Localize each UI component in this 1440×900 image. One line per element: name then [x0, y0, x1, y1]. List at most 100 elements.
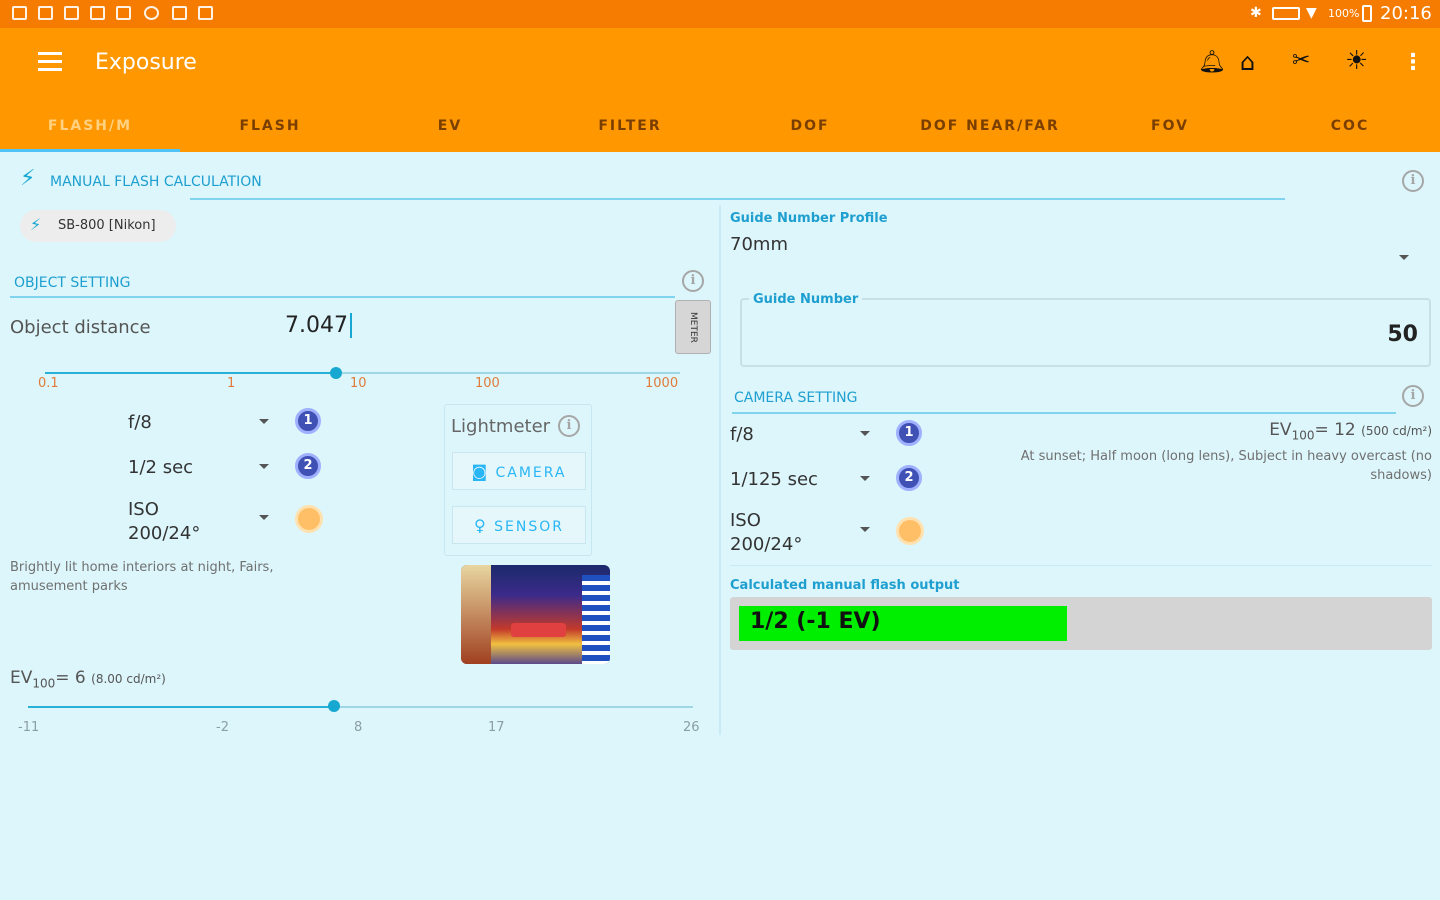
page-title: Exposure [95, 50, 197, 75]
tab-flash[interactable]: FLASH [180, 100, 360, 152]
priority-1-badge[interactable]: 1 [896, 420, 922, 446]
object-distance-label: Object distance [10, 317, 151, 338]
ev-label: EV [10, 668, 33, 688]
tab-dof-near-far[interactable]: DOF NEAR/FAR [900, 100, 1080, 152]
app-icon [144, 6, 159, 20]
priority-1-badge[interactable]: 1 [295, 408, 321, 434]
camera-iso-select[interactable]: ISO 200/24° [730, 509, 802, 557]
dropdown-arrow-icon[interactable] [860, 476, 870, 481]
flash-chip-label: SB-800 [Nikon] [58, 218, 156, 233]
priority-2-badge[interactable]: 2 [896, 465, 922, 491]
tab-indicator [0, 149, 180, 152]
info-icon[interactable]: i [1402, 385, 1424, 407]
flash-profile-chip[interactable]: ⚡ SB-800 [Nikon] [20, 210, 176, 242]
tab-ev[interactable]: EV [360, 100, 540, 152]
ev-tick: 17 [488, 720, 505, 735]
distance-slider-thumb[interactable] [330, 367, 342, 379]
notification-icon [90, 6, 105, 20]
mail-icon [64, 6, 79, 20]
notification-icon [116, 6, 131, 20]
priority-2-badge[interactable]: 2 [295, 453, 321, 479]
manual-flash-title: MANUAL FLASH CALCULATION [50, 174, 262, 190]
scene-thumbnail [461, 565, 610, 664]
ev-slider-thumb[interactable] [328, 700, 340, 712]
guide-profile-label: Guide Number Profile [730, 211, 888, 226]
tab-bar: FLASH/M FLASH EV FILTER DOF DOF NEAR/FAR… [0, 100, 1440, 152]
iso-label: ISO [730, 510, 761, 531]
clock: 20:16 [1380, 3, 1432, 24]
ev-tick: -2 [216, 720, 229, 735]
slider-tick: 10 [350, 376, 367, 391]
guide-number-field[interactable] [740, 298, 1431, 367]
home-icon[interactable]: ⌂ [1240, 48, 1255, 76]
tab-filter[interactable]: FILTER [540, 100, 720, 152]
guide-number-label: Guide Number [749, 292, 863, 307]
object-setting-title: OBJECT SETTING [14, 275, 131, 291]
dropdown-arrow-icon[interactable] [259, 464, 269, 469]
auto-priority-dot[interactable] [896, 517, 924, 545]
iso-select[interactable]: ISO 200/24° [128, 498, 200, 546]
battery-icon [1362, 5, 1372, 22]
flash-icon: ⚡ [20, 166, 36, 191]
info-icon[interactable]: i [558, 415, 580, 437]
auto-priority-dot[interactable] [295, 505, 323, 533]
guide-number-value[interactable]: 50 [1340, 322, 1418, 347]
guide-profile-select[interactable]: 70mm [730, 234, 1420, 274]
column-divider [719, 205, 721, 735]
unit-button[interactable]: METER [675, 300, 711, 354]
info-icon[interactable]: i [682, 270, 704, 292]
dropdown-arrow-icon[interactable] [259, 419, 269, 424]
tab-coc[interactable]: COC [1260, 100, 1440, 152]
iso-label: ISO [128, 499, 159, 520]
ev-sub: 100 [1291, 428, 1315, 443]
slider-tick: 0.1 [38, 376, 59, 391]
brightness-icon[interactable]: ☀ [1345, 46, 1368, 76]
camera-aperture-select[interactable]: f/8 [730, 424, 754, 445]
iso-value: 200/24° [128, 523, 201, 544]
shutter-select[interactable]: 1/2 sec [128, 457, 193, 478]
slider-tick: 100 [475, 376, 500, 391]
iso-value: 200/24° [730, 534, 803, 555]
dropdown-arrow-icon[interactable] [1399, 255, 1409, 260]
ev-readout: EV100= 6 (8.00 cd/m²) [10, 668, 166, 690]
notification-icon [198, 6, 213, 20]
dropdown-arrow-icon[interactable] [860, 527, 870, 532]
camera-button-label: CAMERA [495, 465, 567, 481]
camera-setting-title: CAMERA SETTING [734, 390, 858, 406]
ev-sub: 100 [32, 676, 56, 691]
notification-icon [12, 6, 27, 20]
tab-flash-m[interactable]: FLASH/M [0, 100, 180, 152]
menu-icon[interactable] [38, 52, 62, 72]
more-options-icon[interactable]: ⋮ [1402, 50, 1424, 75]
ev-tick: -11 [18, 720, 40, 735]
info-icon[interactable]: i [1402, 170, 1424, 192]
bell-icon[interactable]: 🔔︎ [1198, 50, 1226, 75]
lightmeter-title: Lightmeter [451, 416, 551, 437]
ev-slider-fill [28, 706, 334, 708]
camera-shutter-select[interactable]: 1/125 sec [730, 469, 818, 490]
object-distance-input[interactable]: 7.047 [285, 313, 352, 338]
lightbulb-icon: ♀ [473, 516, 488, 535]
tab-fov[interactable]: FOV [1080, 100, 1260, 152]
aperture-select[interactable]: f/8 [128, 412, 152, 433]
tab-dof[interactable]: DOF [720, 100, 900, 152]
flash-output-value: 1/2 (-1 EV) [750, 609, 881, 634]
tools-icon[interactable]: ✂ [1292, 48, 1310, 73]
flash-output-label: Calculated manual flash output [730, 578, 960, 593]
notification-icon [172, 6, 187, 20]
camera-ev-readout: EV100= 12 (500 cd/m²) [1100, 420, 1432, 442]
app-bar: Exposure 🔔︎ ⌂ ✂ ☀ ⋮ [0, 28, 1440, 100]
distance-slider-fill [45, 372, 336, 374]
camera-button[interactable]: ◙ CAMERA [452, 452, 586, 490]
dropdown-arrow-icon[interactable] [259, 515, 269, 520]
signal-icon [1272, 7, 1300, 20]
sensor-button[interactable]: ♀ SENSOR [452, 506, 586, 544]
status-bar: ✱ ▼ 100% 20:16 [0, 0, 1440, 28]
dropdown-arrow-icon[interactable] [860, 431, 870, 436]
section-divider [190, 198, 1285, 200]
camera-ev-description: At sunset; Half moon (long lens), Subjec… [1020, 449, 1432, 483]
ev-tick: 26 [683, 720, 700, 735]
section-divider [10, 296, 675, 298]
wifi-icon: ▼ [1306, 5, 1317, 21]
bluetooth-icon: ✱ [1250, 5, 1262, 21]
